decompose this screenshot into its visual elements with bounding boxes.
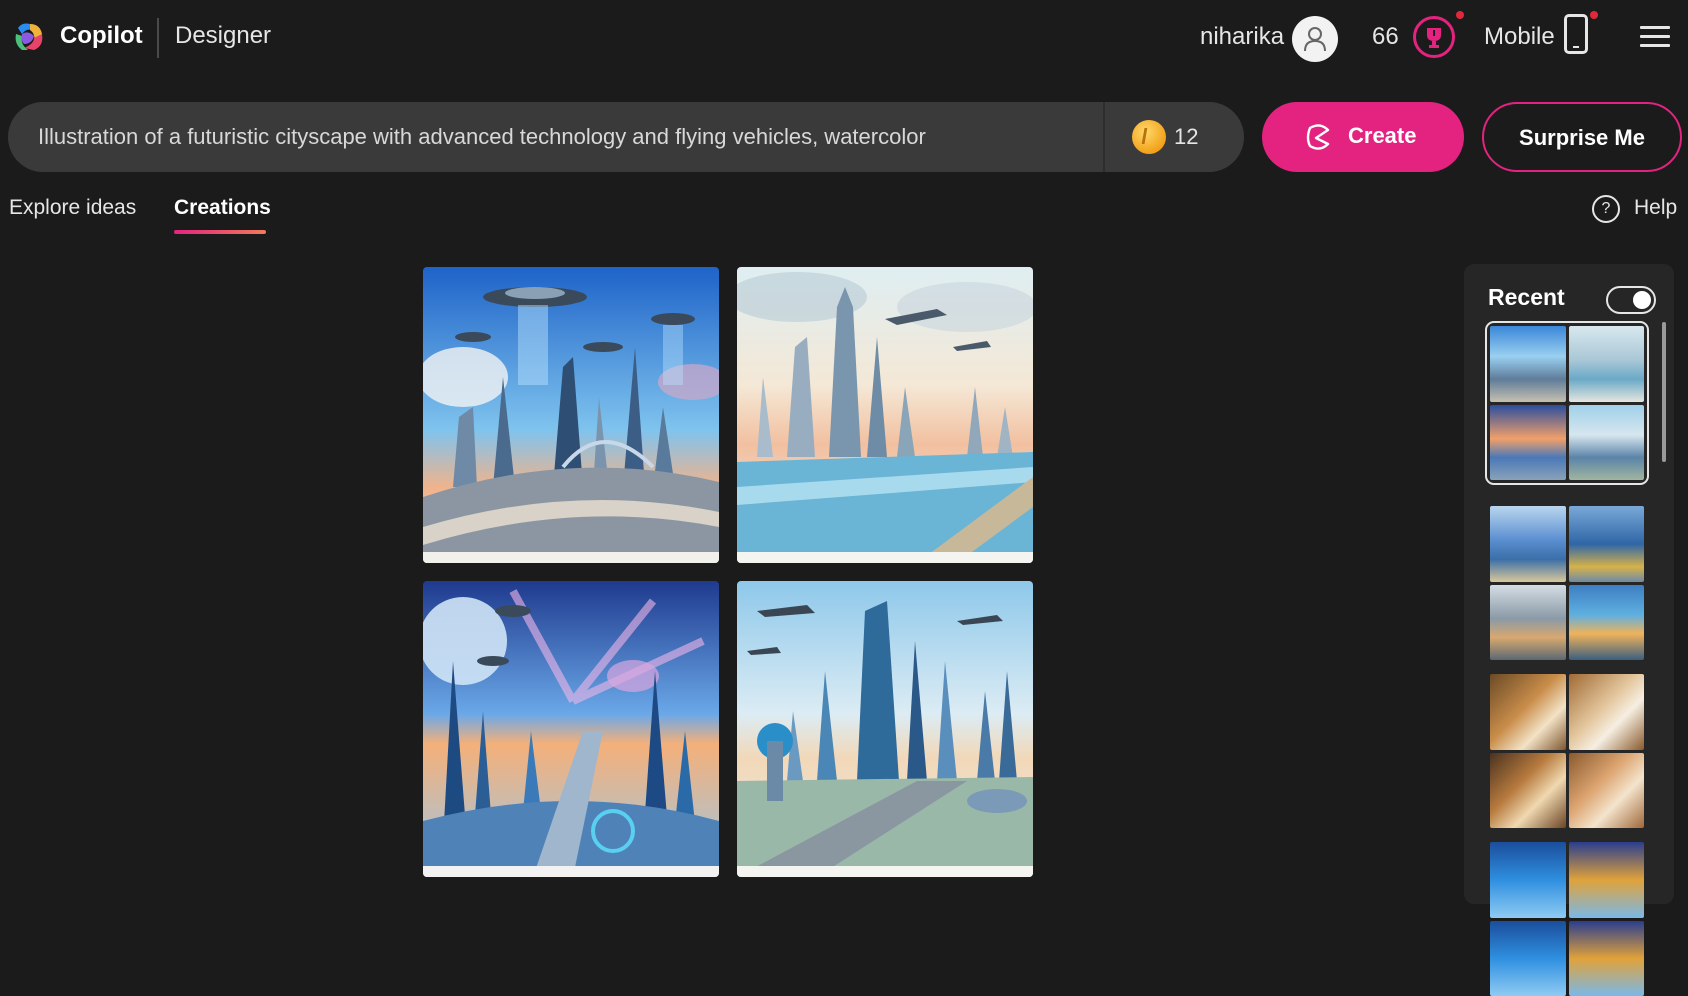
thumbnail-quadrant <box>1569 326 1645 402</box>
thumbnail-quadrant <box>1569 921 1645 996</box>
thumbnail-quadrant <box>1490 753 1566 829</box>
help-link[interactable]: Help <box>1634 196 1677 220</box>
create-label: Create <box>1348 123 1416 149</box>
notification-dot <box>1590 11 1598 19</box>
recent-thumbnail[interactable] <box>1490 506 1644 660</box>
generated-image-1[interactable] <box>423 267 719 563</box>
thumbnail-quadrant <box>1490 585 1566 661</box>
avatar[interactable] <box>1292 16 1338 62</box>
prompt-divider <box>1103 102 1105 172</box>
rewards-count[interactable]: 66 <box>1372 23 1399 51</box>
mobile-label[interactable]: Mobile <box>1484 23 1555 51</box>
create-button[interactable]: Create <box>1262 102 1464 172</box>
recent-title: Recent <box>1488 284 1565 311</box>
top-bar: Copilot Designer niharika 66 Mobile <box>0 0 1688 76</box>
thumbnail-quadrant <box>1569 585 1645 661</box>
help-icon[interactable]: ? <box>1592 195 1620 223</box>
thumbnail-quadrant <box>1490 921 1566 996</box>
thumbnail-quadrant <box>1490 326 1566 402</box>
thumbnail-quadrant <box>1569 674 1645 750</box>
thumbnail-quadrant <box>1490 674 1566 750</box>
hamburger-menu-icon[interactable] <box>1640 26 1670 48</box>
generated-image-3[interactable] <box>423 581 719 877</box>
recent-thumbnail[interactable] <box>1490 674 1644 828</box>
coin-icon <box>1132 120 1166 154</box>
recent-scrollbar[interactable] <box>1662 322 1666 462</box>
copilot-logo[interactable] <box>12 20 46 54</box>
notification-dot <box>1456 11 1464 19</box>
thumbnail-quadrant <box>1569 506 1645 582</box>
recent-toggle-switch[interactable] <box>1606 286 1656 314</box>
phone-icon[interactable] <box>1564 14 1588 54</box>
thumbnail-quadrant <box>1569 753 1645 829</box>
surprise-me-label: Surprise Me <box>1484 125 1680 151</box>
thumbnail-quadrant <box>1490 405 1566 481</box>
generated-image-2[interactable] <box>737 267 1033 563</box>
thumbnail-quadrant <box>1490 842 1566 918</box>
header-divider <box>157 18 159 58</box>
generated-image-4[interactable] <box>737 581 1033 877</box>
recent-panel: Recent <box>1464 264 1674 904</box>
username[interactable]: niharika <box>1200 23 1284 51</box>
tab-creations[interactable]: Creations <box>174 196 271 220</box>
thumbnail-quadrant <box>1569 405 1645 481</box>
surprise-me-button[interactable]: Surprise Me <box>1482 102 1682 172</box>
tab-explore-ideas[interactable]: Explore ideas <box>9 196 136 220</box>
thumbnail-quadrant <box>1490 506 1566 582</box>
brand-name: Copilot <box>60 22 143 50</box>
rewards-icon[interactable] <box>1413 16 1455 58</box>
prompt-input[interactable]: Illustration of a futuristic cityscape w… <box>8 102 1244 172</box>
boost-count: 12 <box>1174 124 1198 150</box>
active-tab-indicator <box>174 230 266 234</box>
product-name: Designer <box>175 22 271 50</box>
recent-thumbnail-selected[interactable] <box>1490 326 1644 480</box>
thumbnail-quadrant <box>1569 842 1645 918</box>
prompt-text[interactable]: Illustration of a futuristic cityscape w… <box>38 124 926 150</box>
user-icon <box>1303 26 1327 52</box>
create-icon <box>1306 124 1334 150</box>
recent-thumbnail[interactable] <box>1490 842 1644 996</box>
